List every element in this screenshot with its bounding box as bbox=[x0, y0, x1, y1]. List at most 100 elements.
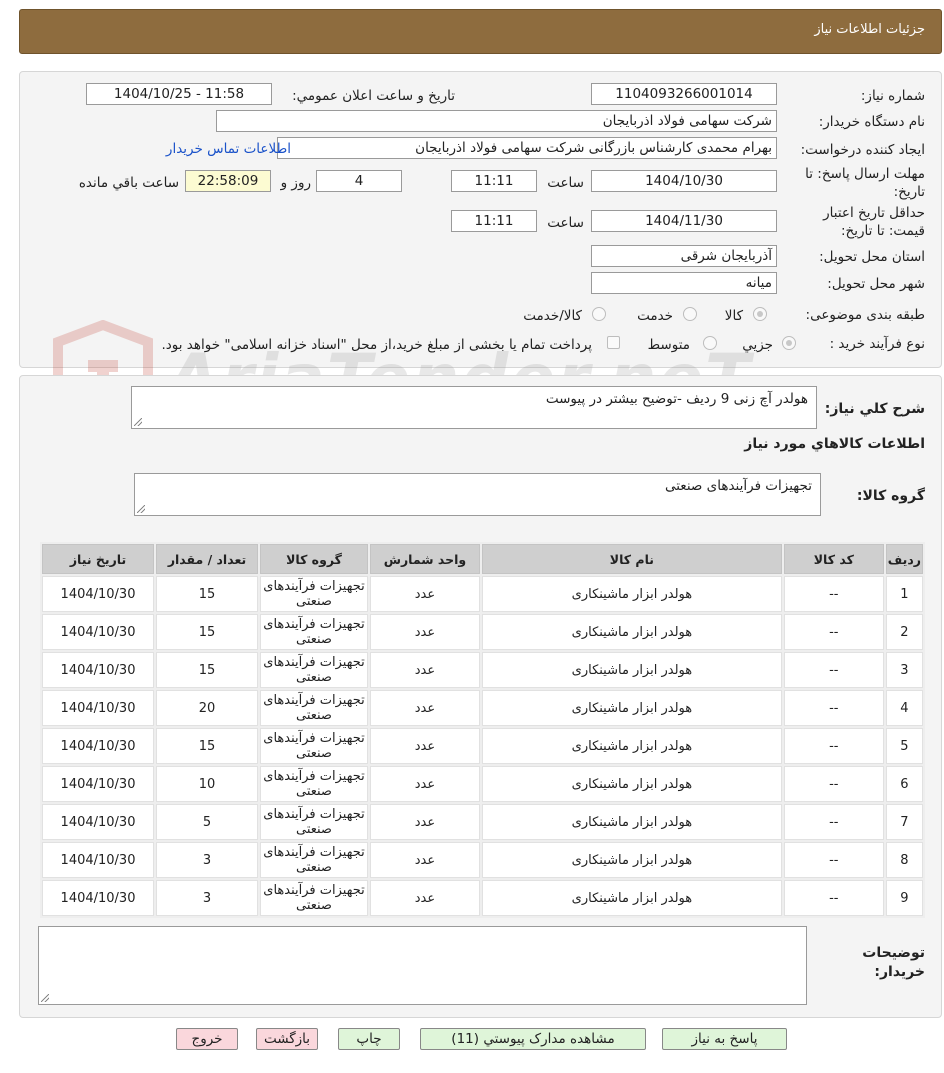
cell-group: تجهیزات فرآیندهای صنعتی bbox=[260, 880, 368, 916]
category-service-radio[interactable] bbox=[683, 307, 697, 321]
cell-item-name: هولدر ابزار ماشینکاری bbox=[481, 880, 782, 916]
cell-item-code: -- bbox=[783, 690, 884, 726]
process-minor-label: جزیي bbox=[742, 337, 773, 353]
table-row: 8 -- هولدر ابزار ماشینکاری عدد تجهیزات ف… bbox=[42, 842, 923, 878]
cell-row-number: 6 bbox=[885, 766, 923, 802]
col-row-number: رديف bbox=[885, 544, 923, 574]
table-row: 3 -- هولدر ابزار ماشینکاری عدد تجهیزات ف… bbox=[42, 652, 923, 688]
announce-field: 1404/10/25 - 11:58 bbox=[86, 83, 272, 105]
process-medium-radio[interactable] bbox=[703, 336, 717, 350]
col-item-code: کد کالا bbox=[783, 544, 884, 574]
back-button[interactable]: بازگشت bbox=[256, 1028, 318, 1050]
buyer-org-field: شرکت سهامی فولاد اذربایجان bbox=[216, 110, 777, 132]
cell-item-code: -- bbox=[783, 614, 884, 650]
cell-group: تجهیزات فرآیندهای صنعتی bbox=[260, 728, 368, 764]
cell-quantity: 15 bbox=[156, 614, 258, 650]
city-field: میانه bbox=[591, 272, 777, 294]
remaining-time-field: 22:58:09 bbox=[185, 170, 271, 192]
goods-group-label: گروه کالا: bbox=[856, 488, 925, 504]
cell-quantity: 20 bbox=[156, 690, 258, 726]
table-row: 7 -- هولدر ابزار ماشینکاری عدد تجهیزات ف… bbox=[42, 804, 923, 840]
cell-unit: عدد bbox=[369, 690, 480, 726]
cell-need-date: 1404/10/30 bbox=[42, 804, 155, 840]
process-minor-radio[interactable] bbox=[782, 336, 796, 350]
days-label: روز و bbox=[280, 175, 311, 191]
resize-grip-icon[interactable] bbox=[137, 505, 145, 513]
buyer-notes-label: توضیحات خریدار: bbox=[862, 945, 925, 980]
cell-unit: عدد bbox=[369, 728, 480, 764]
exit-button[interactable]: خروج bbox=[176, 1028, 238, 1050]
cell-item-name: هولدر ابزار ماشینکاری bbox=[481, 842, 782, 878]
cell-item-code: -- bbox=[783, 576, 884, 612]
city-label: شهر محل تحویل: bbox=[827, 276, 925, 292]
page-header: جزئیات اطلاعات نیاز bbox=[19, 9, 942, 54]
col-unit: واحد شمارش bbox=[369, 544, 480, 574]
cell-unit: عدد bbox=[369, 842, 480, 878]
resize-grip-icon[interactable] bbox=[41, 994, 49, 1002]
cell-row-number: 7 bbox=[885, 804, 923, 840]
category-label: طبقه بندی موضوعی: bbox=[805, 307, 925, 323]
cell-item-name: هولدر ابزار ماشینکاری bbox=[481, 690, 782, 726]
contact-buyer-link[interactable]: اطلاعات تماس خریدار bbox=[166, 141, 291, 157]
validity-label: حداقل تاریخ اعتبار قیمت: تا تاریخ: bbox=[823, 205, 925, 239]
cell-group: تجهیزات فرآیندهای صنعتی bbox=[260, 804, 368, 840]
validity-time-label: ساعت bbox=[547, 215, 584, 231]
cell-group: تجهیزات فرآیندهای صنعتی bbox=[260, 576, 368, 612]
goods-table: رديف کد کالا نام کالا واحد شمارش گروه کا… bbox=[40, 542, 925, 918]
cell-need-date: 1404/10/30 bbox=[42, 880, 155, 916]
cell-quantity: 15 bbox=[156, 576, 258, 612]
category-goods-label: کالا bbox=[724, 308, 743, 324]
remaining-time-label: ساعت باقي مانده bbox=[78, 175, 179, 191]
goods-group-textarea[interactable]: تجهیزات فرآیندهای صنعتی bbox=[134, 473, 821, 516]
table-row: 5 -- هولدر ابزار ماشینکاری عدد تجهیزات ف… bbox=[42, 728, 923, 764]
process-type-label: نوع فرآیند خرید : bbox=[829, 336, 925, 352]
goods-group-text: تجهیزات فرآیندهای صنعتی bbox=[664, 478, 812, 494]
cell-group: تجهیزات فرآیندهای صنعتی bbox=[260, 690, 368, 726]
category-goods-service-radio[interactable] bbox=[592, 307, 606, 321]
cell-group: تجهیزات فرآیندهای صنعتی bbox=[260, 652, 368, 688]
cell-unit: عدد bbox=[369, 652, 480, 688]
category-goods-radio[interactable] bbox=[753, 307, 767, 321]
buyer-notes-textarea[interactable] bbox=[38, 926, 807, 1005]
cell-need-date: 1404/10/30 bbox=[42, 766, 155, 802]
cell-quantity: 3 bbox=[156, 842, 258, 878]
cell-item-name: هولدر ابزار ماشینکاری bbox=[481, 576, 782, 612]
cell-item-name: هولدر ابزار ماشینکاری bbox=[481, 728, 782, 764]
summary-textarea[interactable]: هولدر آچ زنی 9 ردیف -توضیح بیشتر در پیوس… bbox=[131, 386, 817, 429]
cell-row-number: 4 bbox=[885, 690, 923, 726]
resize-grip-icon[interactable] bbox=[134, 418, 142, 426]
table-row: 1 -- هولدر ابزار ماشینکاری عدد تجهیزات ف… bbox=[42, 576, 923, 612]
cell-unit: عدد bbox=[369, 880, 480, 916]
cell-unit: عدد bbox=[369, 576, 480, 612]
summary-label: شرح کلي نياز: bbox=[824, 401, 925, 417]
deadline-date-field: 1404/10/30 bbox=[591, 170, 777, 192]
islamic-treasury-checkbox[interactable] bbox=[607, 336, 620, 349]
cell-quantity: 15 bbox=[156, 728, 258, 764]
payment-note: پرداخت تمام یا بخشی از مبلغ خرید،از محل … bbox=[161, 337, 592, 353]
cell-item-code: -- bbox=[783, 652, 884, 688]
cell-item-code: -- bbox=[783, 728, 884, 764]
reply-to-need-button[interactable]: پاسخ به نیاز bbox=[662, 1028, 787, 1050]
deadline-label: مهلت ارسال پاسخ: تا تاریخ: bbox=[805, 166, 925, 200]
cell-quantity: 10 bbox=[156, 766, 258, 802]
cell-row-number: 5 bbox=[885, 728, 923, 764]
requester-field: بهرام محمدی کارشناس بازرگانی شرکت سهامی … bbox=[277, 137, 777, 159]
cell-item-code: -- bbox=[783, 804, 884, 840]
category-service-label: خدمت bbox=[637, 308, 673, 324]
cell-item-name: هولدر ابزار ماشینکاری bbox=[481, 804, 782, 840]
summary-text: هولدر آچ زنی 9 ردیف -توضیح بیشتر در پیوس… bbox=[545, 391, 808, 407]
view-attachments-button[interactable]: مشاهده مدارک پیوستي (11) bbox=[420, 1028, 646, 1050]
deadline-time-label: ساعت bbox=[547, 175, 584, 191]
cell-row-number: 2 bbox=[885, 614, 923, 650]
requester-label: ایجاد کننده درخواست: bbox=[800, 142, 925, 158]
cell-group: تجهیزات فرآیندهای صنعتی bbox=[260, 766, 368, 802]
cell-quantity: 15 bbox=[156, 652, 258, 688]
cell-need-date: 1404/10/30 bbox=[42, 576, 155, 612]
buyer-org-label: نام دستگاه خريدار: bbox=[818, 114, 925, 130]
goods-table-header: رديف کد کالا نام کالا واحد شمارش گروه کا… bbox=[42, 544, 923, 574]
print-button[interactable]: چاپ bbox=[338, 1028, 400, 1050]
col-need-date: تاريخ نياز bbox=[42, 544, 155, 574]
process-medium-label: متوسط bbox=[647, 337, 690, 353]
table-row: 2 -- هولدر ابزار ماشینکاری عدد تجهیزات ف… bbox=[42, 614, 923, 650]
cell-item-name: هولدر ابزار ماشینکاری bbox=[481, 652, 782, 688]
